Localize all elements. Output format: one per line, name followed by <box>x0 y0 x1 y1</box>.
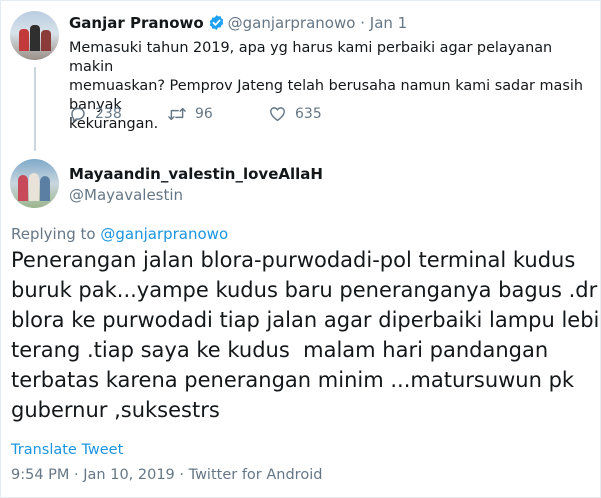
tweet-text-line: terang .tiap saya ke kudus malam hari pa… <box>11 338 549 362</box>
header-separator: · <box>360 14 365 32</box>
tweet-text-line: Memasuki tahun 2019, apa yg harus kami p… <box>69 40 553 75</box>
tweet-thread: Ganjar Pranowo @ganjarpranowo · Jan 1 Mem… <box>0 0 601 498</box>
parent-header: Ganjar Pranowo @ganjarpranowo · Jan 1 <box>69 14 407 35</box>
thread-connector-line <box>34 67 36 151</box>
parent-avatar[interactable] <box>10 11 59 60</box>
tweet-text-line: Penerangan jalan blora-purwodadi-pol ter… <box>11 248 576 272</box>
like-count: 635 <box>295 106 322 122</box>
parent-handle[interactable]: @ganjarpranowo <box>228 14 356 32</box>
avatar-photo-figure <box>30 25 40 51</box>
like-button[interactable]: 635 <box>268 105 322 123</box>
tweet-text-line: gubernur ,suksestrs <box>11 398 220 422</box>
avatar-photo-figure <box>19 29 29 51</box>
reply-count: 238 <box>95 106 122 122</box>
avatar-photo-figure <box>29 173 39 201</box>
reply-button[interactable]: 238 <box>69 105 122 123</box>
tweet-text-line: buruk pak...yampe kudus baru penerangany… <box>11 278 598 302</box>
replying-to: Replying to @ganjarpranowo <box>11 225 228 243</box>
tweet-text-line: memuaskan? Pemprov Jateng telah berusaha… <box>69 78 583 113</box>
tweet-text-line: terbatas karena penerangan minim ...matu… <box>11 368 575 392</box>
reply-avatar[interactable] <box>10 159 59 208</box>
reply-tweet-text: Penerangan jalan blora-purwodadi-pol ter… <box>11 245 601 425</box>
reply-display-name[interactable]: Mayaandin_valestin_loveAllaH <box>69 165 323 183</box>
avatar-photo-figure <box>41 30 51 51</box>
tweet-text-line: blora ke purwodadi tiap jalan agar diper… <box>11 308 601 332</box>
parent-display-name[interactable]: Ganjar Pranowo <box>69 14 204 32</box>
retweet-icon <box>168 107 186 121</box>
tweet-timestamp-source: 9:54 PM · Jan 10, 2019 · Twitter for And… <box>11 467 323 483</box>
verified-badge-icon <box>208 14 225 35</box>
parent-date[interactable]: Jan 1 <box>370 14 407 32</box>
parent-tweet-text: Memasuki tahun 2019, apa yg harus kami p… <box>69 39 589 134</box>
reply-handle[interactable]: @Mayavalestin <box>69 186 183 204</box>
retweet-button[interactable]: 96 <box>167 105 213 123</box>
replying-to-label: Replying to <box>11 225 96 243</box>
avatar-photo-figure <box>18 175 28 201</box>
like-icon <box>270 107 285 122</box>
reply-icon <box>71 107 85 122</box>
translate-tweet-link[interactable]: Translate Tweet <box>11 442 123 458</box>
retweet-count: 96 <box>195 106 213 122</box>
replying-to-link[interactable]: @ganjarpranowo <box>100 225 228 243</box>
tweet-text-line: kekurangan. <box>69 116 159 132</box>
avatar-photo-figure <box>40 176 50 201</box>
